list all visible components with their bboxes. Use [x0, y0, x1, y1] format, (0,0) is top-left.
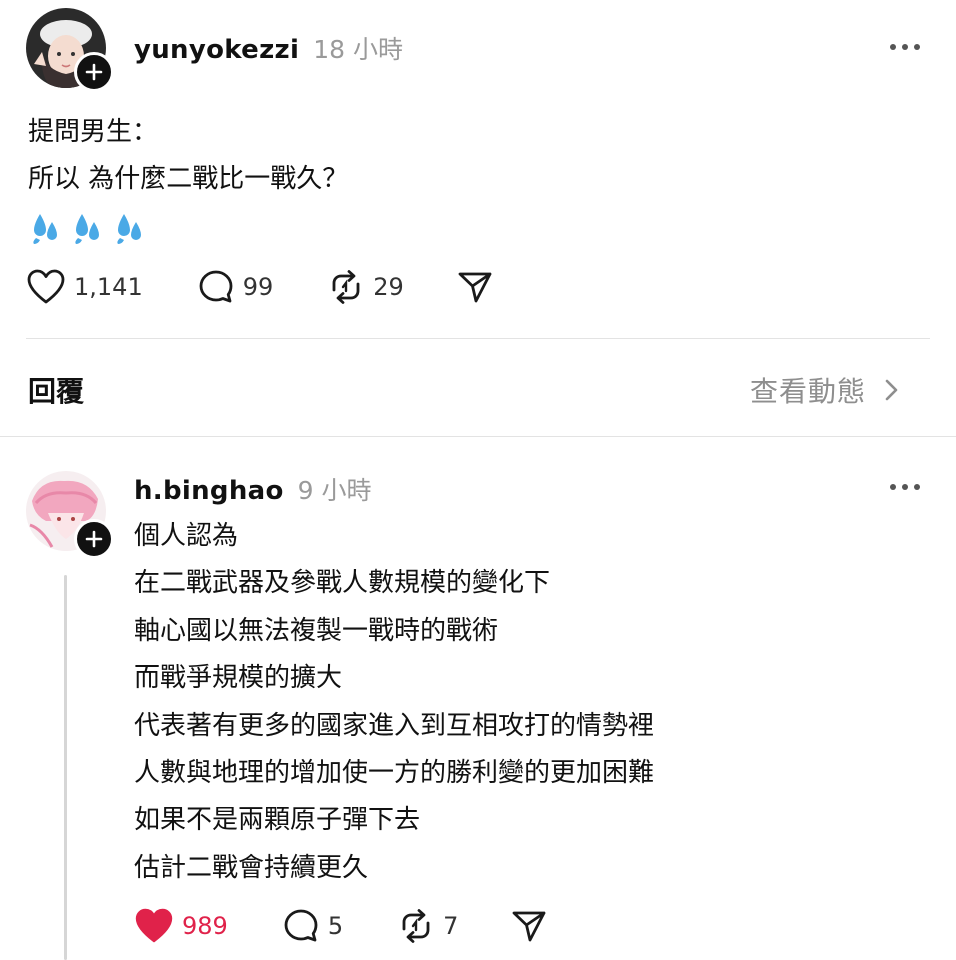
view-activity-link[interactable]: 查看動態 [750, 370, 902, 410]
reply-line: 人數與地理的增加使一方的勝利變的更加困難 [134, 758, 655, 789]
post-line: 提問男生： [28, 117, 159, 147]
thread-line [64, 575, 67, 960]
reply-line: 代表著有更多的國家進入到互相攻打的情勢裡 [134, 710, 655, 741]
replies-title: 回覆 [28, 375, 85, 408]
repost-icon [402, 909, 430, 943]
repost-count: 29 [373, 273, 404, 301]
reply-body: 個人認為 在二戰武器及參戰人數規模的變化下 軸心國以無法複製一戰時的戰術 而戰爭… [134, 513, 654, 892]
send-icon [512, 911, 546, 942]
follow-button[interactable] [74, 519, 114, 559]
comment-button[interactable]: 99 [197, 268, 274, 306]
sweat-emoji [28, 208, 154, 250]
divider-top [26, 338, 930, 339]
comment-button[interactable]: 5 [282, 907, 343, 945]
heart-icon [27, 269, 65, 304]
heart-filled-icon [135, 908, 173, 943]
reply-header: h.binghao 9 小時 [134, 471, 372, 507]
comment-count: 5 [327, 912, 344, 940]
follow-button[interactable] [74, 52, 114, 92]
post-line: 所以 為什麼二戰比一戰久？ [28, 164, 349, 194]
repost-button[interactable]: 29 [327, 268, 404, 306]
reply-line: 軸心國以無法複製一戰時的戰術 [134, 615, 499, 646]
like-button[interactable]: 1,141 [26, 268, 143, 306]
sweat-droplets-icon [33, 214, 57, 244]
reply-line: 而戰爭規模的擴大 [134, 663, 343, 694]
comment-icon [199, 270, 233, 303]
post-username[interactable]: yunyokezzi [134, 35, 299, 65]
comment-count: 99 [242, 273, 274, 301]
post-more-icon[interactable] [890, 42, 920, 52]
reply-timestamp: 9 小時 [297, 476, 372, 505]
reply-line: 個人認為 [134, 521, 239, 551]
reply-actions: 989 5 7 [134, 907, 548, 945]
reply-line: 如果不是兩顆原子彈下去 [134, 805, 421, 836]
repost-count: 7 [443, 912, 459, 940]
post-actions: 1,141 99 29 [26, 268, 494, 306]
plus-icon [85, 530, 103, 548]
plus-icon [85, 63, 103, 81]
reply-more-icon[interactable] [890, 482, 920, 492]
send-icon [458, 272, 492, 303]
like-button[interactable]: 989 [134, 907, 228, 945]
chevron-right-icon [885, 379, 898, 401]
share-button[interactable] [456, 268, 494, 306]
view-activity-label: 查看動態 [750, 375, 867, 408]
reply-line: 估計二戰會持續更久 [134, 852, 369, 883]
like-count: 989 [182, 912, 228, 940]
post: yunyokezzi 18 小時 提問男生： 所以 為什麼二戰比一戰久？ 1,1… [0, 0, 956, 338]
repost-icon [332, 270, 360, 304]
like-count: 1,141 [74, 273, 143, 301]
reply: h.binghao 9 小時 個人認為 在二戰武器及參戰人數規模的變化下 軸心國… [0, 437, 956, 960]
post-body: 提問男生： 所以 為什麼二戰比一戰久？ [28, 109, 348, 203]
post-timestamp: 18 小時 [313, 35, 403, 64]
repost-button[interactable]: 7 [397, 907, 458, 945]
comment-icon [284, 909, 318, 942]
reply-username[interactable]: h.binghao [134, 476, 284, 506]
reply-line: 在二戰武器及參戰人數規模的變化下 [134, 568, 551, 599]
post-header: yunyokezzi 18 小時 [134, 30, 403, 66]
share-button[interactable] [510, 907, 548, 945]
